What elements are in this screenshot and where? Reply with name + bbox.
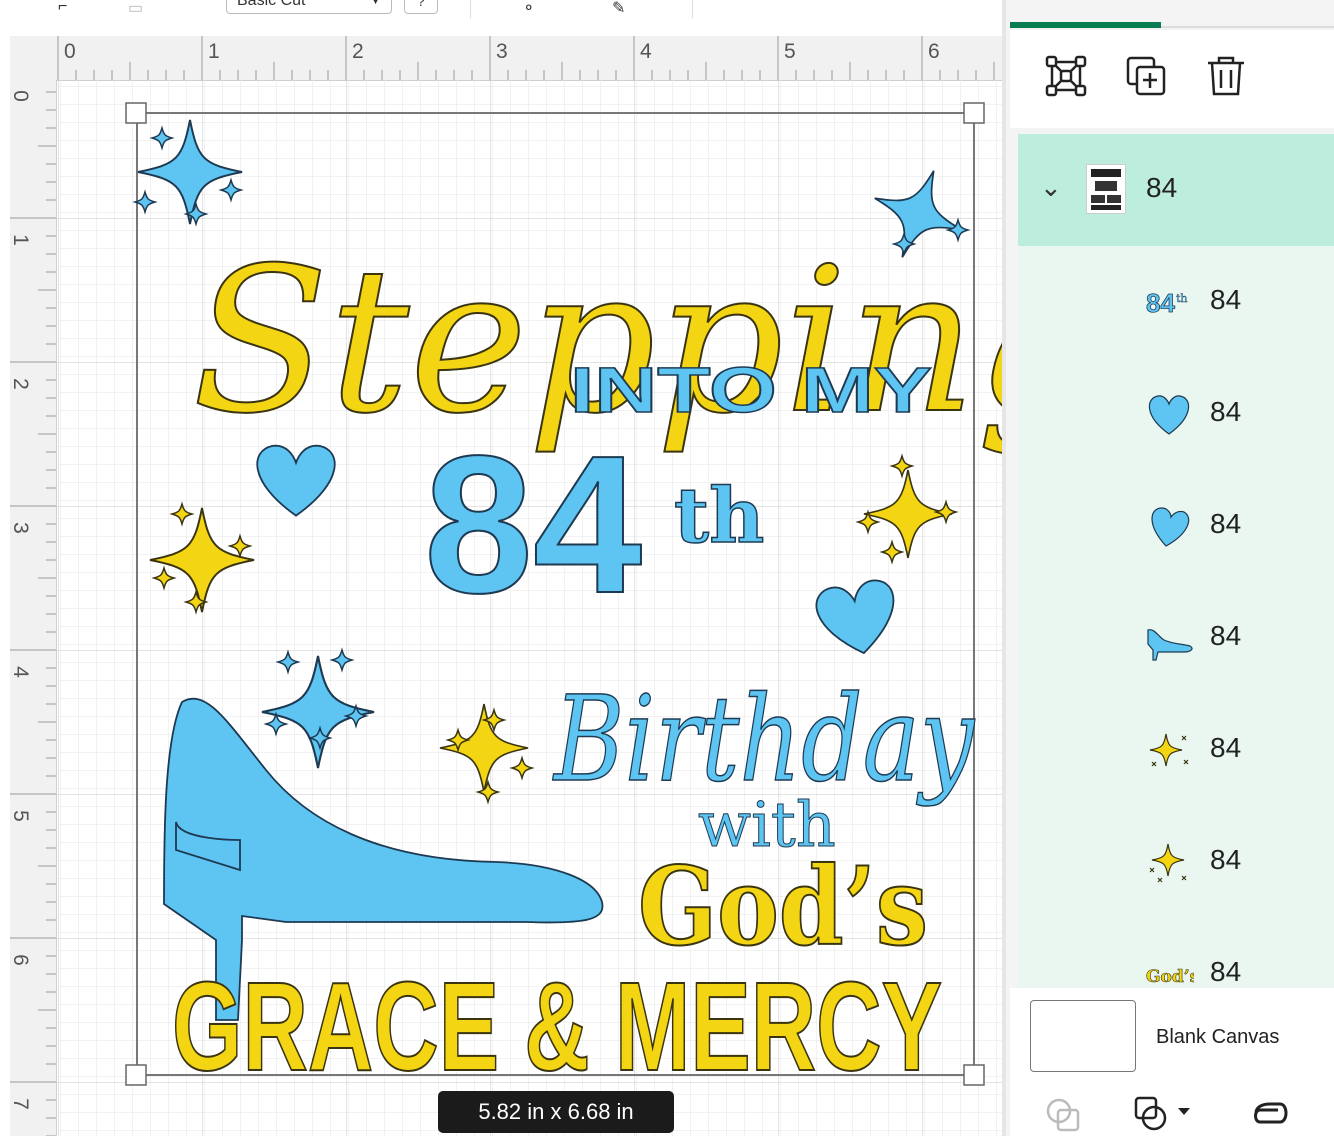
duplicate-icon[interactable] [1124,54,1168,98]
ruler-label: 3 [496,40,508,63]
tab-underline [1161,26,1334,28]
ruler-label: 6 [8,954,32,966]
size-readout: 5.82 in x 6.68 in [438,1091,674,1133]
heart-icon [1149,395,1189,435]
layer-row[interactable]: 84 th 84 [1018,246,1334,358]
blank-canvas-label: Blank Canvas [1156,1026,1280,1048]
layer-row[interactable]: 84 [1018,470,1334,582]
resize-handle-bottom-right[interactable] [963,1064,985,1086]
resize-handle-top-right[interactable] [963,102,985,124]
layer-row[interactable]: 84 [1018,358,1334,470]
ruler-label: 4 [8,666,32,678]
blank-canvas-row[interactable]: Blank Canvas [1010,988,1334,1086]
ruler-label: 1 [208,40,220,63]
svg-text:th: th [1176,292,1188,305]
layer-label: 84 [1210,620,1242,651]
attach-icon[interactable] [1246,1098,1292,1128]
chevron-down-icon[interactable]: ⌄ [1040,172,1062,203]
layer-row[interactable]: God’s 84 [1018,918,1334,988]
84th-text-icon: 84 th [1146,288,1188,319]
ruler-label: 0 [64,40,76,63]
panel-bottom-tools [1010,1086,1334,1136]
layer-label: 84 [1210,284,1242,315]
ruler-label: 1 [8,234,32,246]
operation-select[interactable]: Basic Cut ▼ [226,0,392,14]
layer-row[interactable]: 84 [1018,694,1334,806]
layer-label: 84 [1210,956,1242,987]
delete-icon[interactable] [1204,54,1248,98]
layer-label: 84 [1210,508,1242,539]
blank-canvas-swatch[interactable] [1030,1000,1136,1072]
heart-icon [1151,507,1190,547]
group-icon[interactable] [1044,54,1088,98]
layer-row[interactable]: 84 [1018,806,1334,918]
grace-mercy-text: GRACE & MERCY [172,956,942,1097]
left-ruler: 0 1 2 3 4 5 6 7 [8,73,57,1137]
gods-text: God’s [638,844,928,970]
sparkle-cluster-icon [1149,733,1189,767]
layer-label: 84 [1210,396,1242,427]
ruler-label: 3 [8,522,32,534]
svg-text:God’s: God’s [1146,967,1194,987]
age-number-text: 84 [424,415,642,634]
ruler-label: 2 [352,40,364,63]
pen-icon[interactable]: ✎ [612,0,625,18]
design-canvas[interactable]: Stepping INTO MY 84 th Birthday with God… [56,80,1002,1136]
toolbar-divider [470,0,471,18]
sparkle-cluster-icon [1149,843,1187,883]
layers-list: ⌄ 84 84 th 84 84 84 84 84 84 God’s 84 [1018,134,1334,988]
redo-icon[interactable]: ▭ [128,0,143,18]
ruler-label: 0 [8,90,32,102]
birthday-design[interactable]: Stepping INTO MY 84 th Birthday with God… [56,80,1002,1136]
operation-select-value: Basic Cut [237,0,306,9]
slice-icon[interactable] [1044,1096,1084,1136]
ruler-label: 4 [640,40,652,63]
shoe-icon [1147,629,1193,661]
ruler-label: 5 [8,810,32,822]
help-button[interactable]: ? [404,0,438,14]
gods-text-icon: God’s [1146,967,1194,988]
offset-icon[interactable]: ⚬ [522,0,535,18]
combine-icon[interactable] [1132,1094,1196,1134]
group-label: 84 [1146,172,1178,203]
top-ruler: 0 1 2 3 4 5 6 [10,36,1049,81]
toolbar-divider [692,0,693,18]
svg-text:84: 84 [1146,288,1175,318]
layer-row[interactable]: 84 [1018,582,1334,694]
resize-handle-top-left[interactable] [125,102,147,124]
layer-group-row[interactable]: ⌄ 84 [1018,134,1334,246]
active-tab-indicator [1010,22,1161,28]
top-toolbar: ⌐ ▭ Basic Cut ▼ ? ⚬ ✎ [0,0,1005,18]
group-thumbnail [1086,164,1126,214]
chevron-down-icon: ▼ [370,0,381,7]
layer-label: 84 [1210,732,1242,763]
layer-tools [1010,30,1334,128]
undo-icon[interactable]: ⌐ [58,0,67,16]
ruler-label: 5 [784,40,796,63]
layer-label: 84 [1210,844,1242,875]
ruler-label: 7 [8,1098,32,1110]
design-thumbnail-icon [1091,169,1121,210]
age-suffix-text: th [674,471,764,560]
ruler-label: 6 [928,40,940,63]
ruler-label: 2 [8,378,32,390]
resize-handle-bottom-left[interactable] [125,1064,147,1086]
